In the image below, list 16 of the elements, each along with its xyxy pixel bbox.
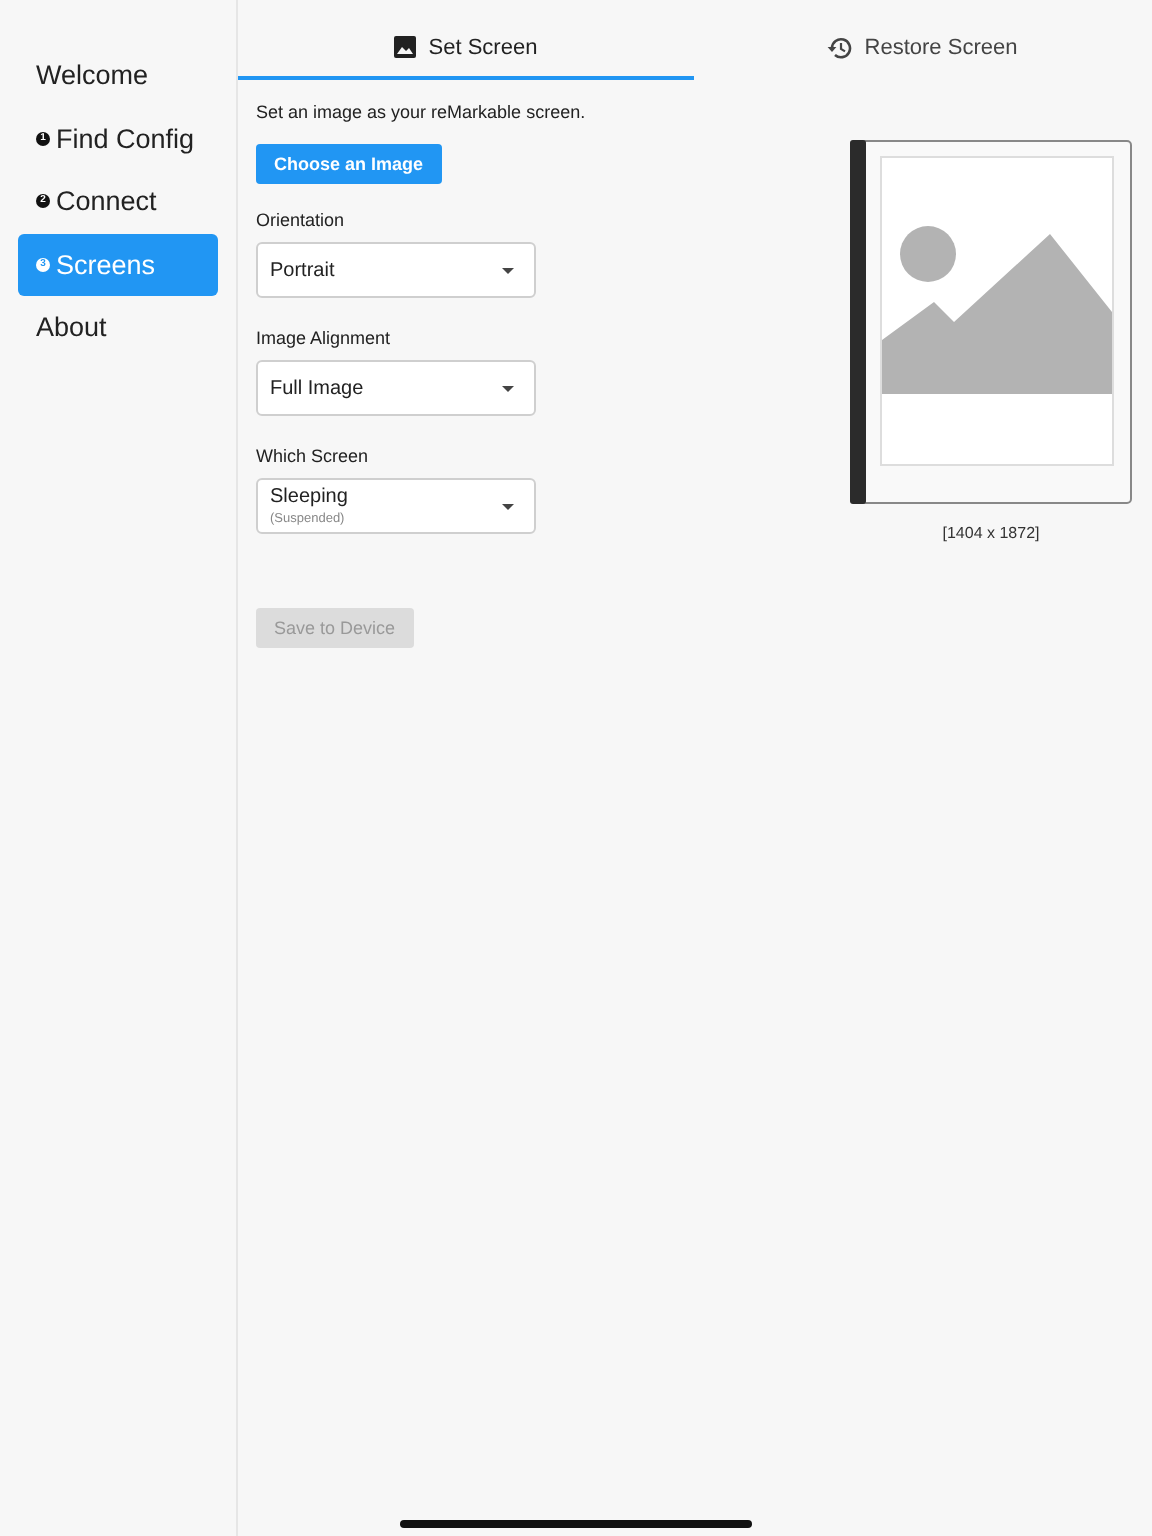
dropdown[interactable]: Portrait xyxy=(256,242,536,298)
resolution-caption: [1404 x 1872] xyxy=(942,524,1040,542)
image-icon xyxy=(394,36,417,58)
caret-icon xyxy=(502,385,514,391)
history-icon xyxy=(826,36,853,60)
tab[interactable]: Set Screen xyxy=(238,36,694,80)
sidebar-item[interactable]: Welcome xyxy=(18,44,218,107)
caret-icon xyxy=(502,267,514,273)
tab[interactable]: Restore Screen xyxy=(694,36,1150,80)
field-label: Which Screen xyxy=(256,446,369,466)
intro-text: Set an image as your reMarkable screen. xyxy=(256,102,586,122)
field-label: Image Alignment xyxy=(256,328,391,348)
field-label: Orientation xyxy=(256,210,345,230)
caret-icon xyxy=(502,503,514,509)
sidebar-item[interactable]: About xyxy=(18,296,218,359)
dropdown[interactable]: Full Image xyxy=(256,360,536,416)
